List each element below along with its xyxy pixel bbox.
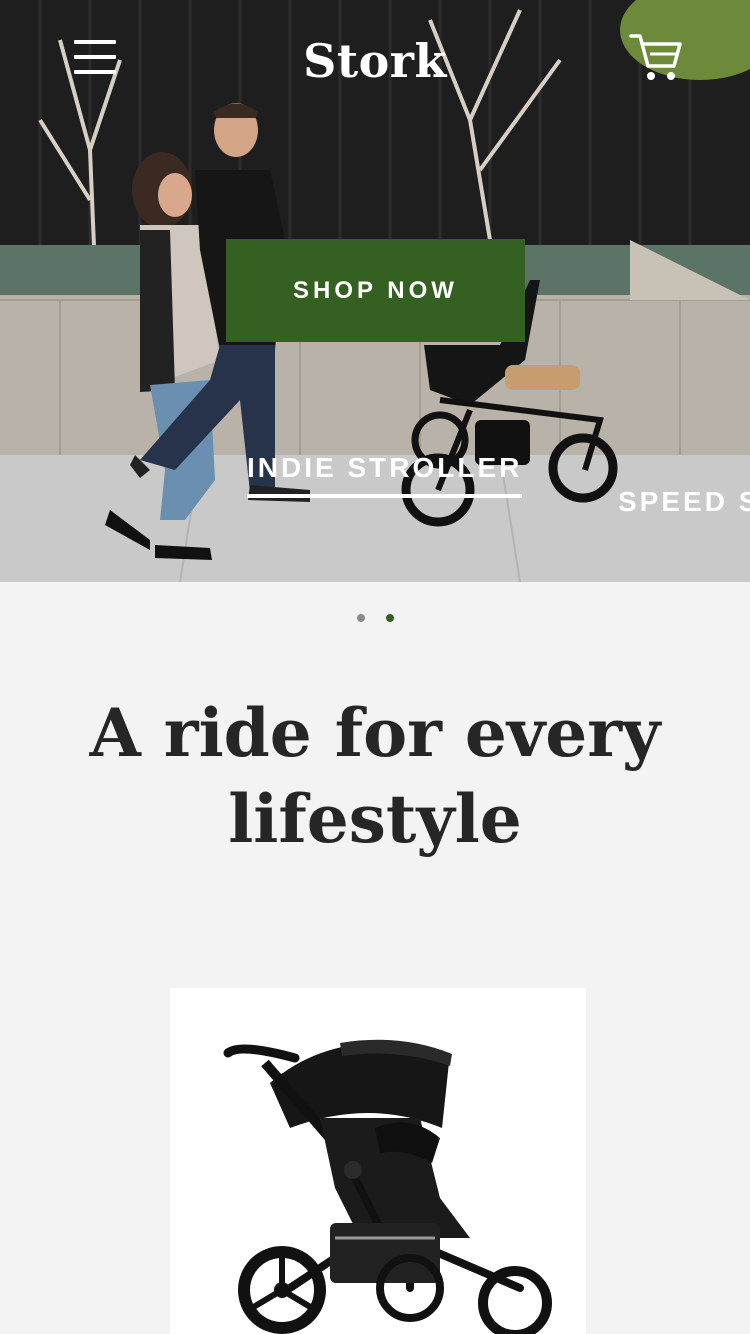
carousel-dot-1[interactable] xyxy=(357,614,365,622)
section-headline: A ride for every lifestyle xyxy=(89,694,661,858)
shopping-cart-icon[interactable] xyxy=(628,30,684,84)
slide-tab-speed-stroller[interactable]: SPEED ST xyxy=(618,486,750,518)
hero-banner: Stork SHOP NOW INDIE STROLLER SPEED ST xyxy=(0,0,750,582)
shop-now-button[interactable]: SHOP NOW xyxy=(226,239,525,342)
product-image xyxy=(223,1039,552,1334)
slide-tab-indie-stroller[interactable]: INDIE STROLLER xyxy=(247,452,523,498)
carousel-pagination xyxy=(0,614,750,624)
top-navigation: Stork xyxy=(0,0,750,120)
product-card[interactable] xyxy=(170,988,586,1334)
carousel-dot-2-active[interactable] xyxy=(386,614,394,622)
